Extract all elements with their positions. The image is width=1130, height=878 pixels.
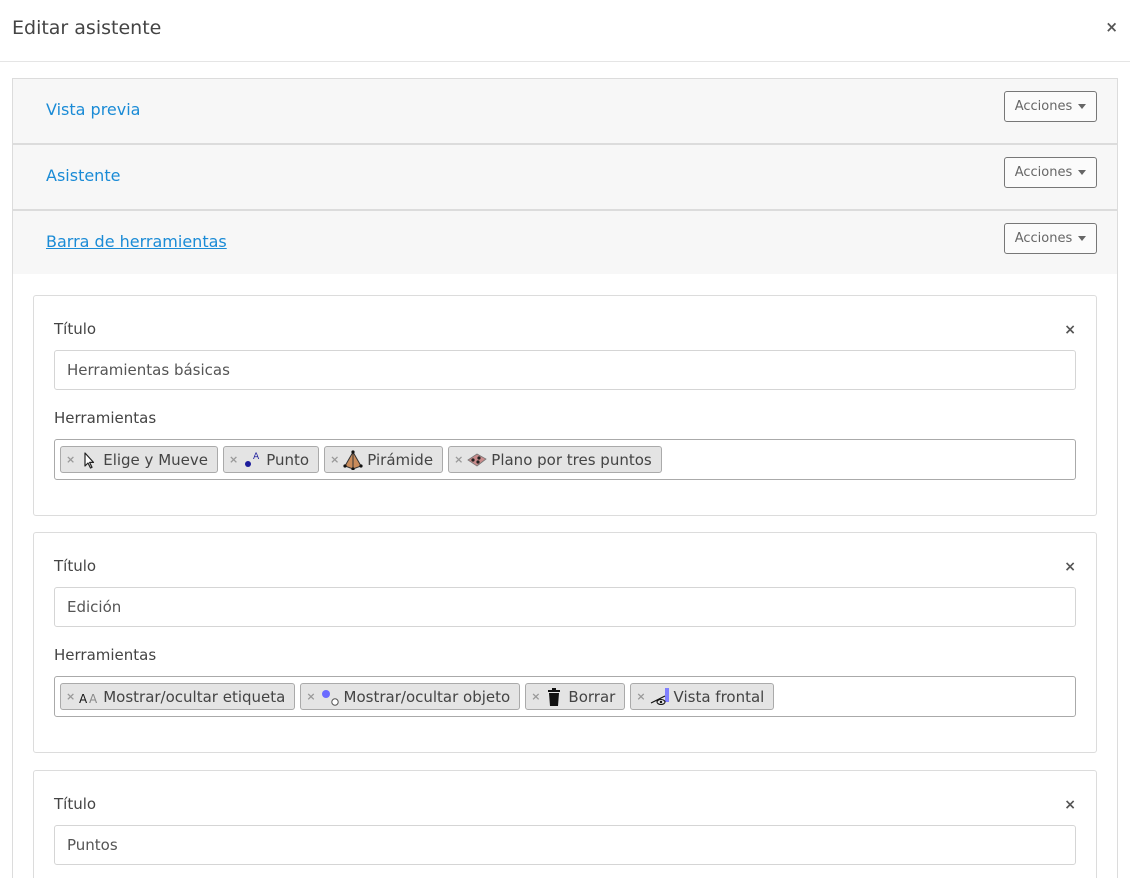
toolbar-group-card: Título × Herramientas básicas Herramient… xyxy=(33,295,1097,516)
tag-remove-icon[interactable]: × xyxy=(636,690,645,703)
title-input[interactable]: Edición xyxy=(54,587,1076,627)
tool-label: Mostrar/ocultar objeto xyxy=(343,687,511,706)
tag-remove-icon[interactable]: × xyxy=(531,690,540,703)
acciones-dropdown-button[interactable]: Acciones xyxy=(1004,91,1097,122)
tag-remove-icon[interactable]: × xyxy=(229,453,238,466)
front-view-icon xyxy=(650,687,670,707)
accordion-title-asistente[interactable]: Asistente xyxy=(46,166,120,185)
pyramid-icon xyxy=(343,449,363,470)
show-hide-label-icon: AA xyxy=(79,687,99,707)
tool-label: Punto xyxy=(266,450,310,469)
tool-label: Mostrar/ocultar etiqueta xyxy=(103,687,286,706)
title-label: Título xyxy=(54,795,97,813)
tool-tag: × Elige y Mueve xyxy=(60,446,218,473)
acciones-dropdown-button[interactable]: Acciones xyxy=(1004,157,1097,188)
tool-tag: × Mostrar/ocultar objeto xyxy=(300,683,521,710)
plane-three-points-icon xyxy=(467,450,488,470)
remove-group-icon[interactable]: × xyxy=(1064,322,1076,338)
tools-select[interactable]: × Elige y Mueve × A Punto × Pirámide × P… xyxy=(54,439,1076,480)
modal-header: Editar asistente × xyxy=(0,0,1130,62)
tag-remove-icon[interactable]: × xyxy=(330,453,339,466)
tool-label: Vista frontal xyxy=(673,687,765,706)
tool-label: Borrar xyxy=(568,687,616,706)
tag-remove-icon[interactable]: × xyxy=(66,690,75,703)
tool-tag: × Borrar xyxy=(525,683,626,710)
show-hide-object-icon xyxy=(320,687,340,707)
tool-tag: × A Punto xyxy=(222,446,320,473)
caret-down-icon xyxy=(1078,236,1087,241)
acciones-label: Acciones xyxy=(1014,165,1073,180)
pointer-icon xyxy=(79,450,99,470)
svg-text:A: A xyxy=(79,692,88,706)
tool-tag: × Pirámide xyxy=(324,446,444,473)
tool-tag: × AA Mostrar/ocultar etiqueta xyxy=(60,683,296,710)
tool-label: Plano por tres puntos xyxy=(491,450,652,469)
acciones-label: Acciones xyxy=(1014,231,1073,246)
tool-label: Pirámide xyxy=(367,450,434,469)
remove-group-icon[interactable]: × xyxy=(1064,559,1076,575)
caret-down-icon xyxy=(1078,104,1087,109)
accordion-asistente: Asistente Acciones xyxy=(12,144,1118,210)
tag-remove-icon[interactable]: × xyxy=(306,690,315,703)
accordion-barra-herramientas: Barra de herramientas Acciones xyxy=(12,210,1118,276)
accordion-vista-previa: Vista previa Acciones xyxy=(12,78,1118,144)
tool-label: Elige y Mueve xyxy=(103,450,208,469)
title-label: Título xyxy=(54,557,97,575)
tools-label: Herramientas xyxy=(54,409,157,427)
remove-group-icon[interactable]: × xyxy=(1064,797,1076,813)
accordion-title-vista-previa[interactable]: Vista previa xyxy=(46,100,140,119)
tag-remove-icon[interactable]: × xyxy=(66,453,75,466)
acciones-dropdown-button[interactable]: Acciones xyxy=(1004,223,1097,254)
close-icon[interactable]: × xyxy=(1105,18,1118,36)
tools-label: Herramientas xyxy=(54,646,157,664)
tool-tag: × Vista frontal xyxy=(630,683,775,710)
tools-select[interactable]: × AA Mostrar/ocultar etiqueta × Mostrar/… xyxy=(54,676,1076,717)
modal-title: Editar asistente xyxy=(12,17,162,39)
svg-text:A: A xyxy=(89,692,98,706)
title-label: Título xyxy=(54,320,97,338)
toolbar-group-card: Título × Puntos xyxy=(33,770,1097,878)
trash-icon xyxy=(544,687,564,707)
title-input[interactable]: Puntos xyxy=(54,825,1076,865)
caret-down-icon xyxy=(1078,170,1087,175)
accordion-title-barra-herramientas[interactable]: Barra de herramientas xyxy=(46,232,227,251)
title-input[interactable]: Herramientas básicas xyxy=(54,350,1076,390)
tag-remove-icon[interactable]: × xyxy=(454,453,463,466)
point-icon: A xyxy=(242,450,262,470)
acciones-label: Acciones xyxy=(1014,99,1073,114)
toolbar-group-card: Título × Edición Herramientas × AA Mostr… xyxy=(33,532,1097,753)
svg-text:A: A xyxy=(253,452,260,462)
tool-tag: × Plano por tres puntos xyxy=(448,446,662,473)
